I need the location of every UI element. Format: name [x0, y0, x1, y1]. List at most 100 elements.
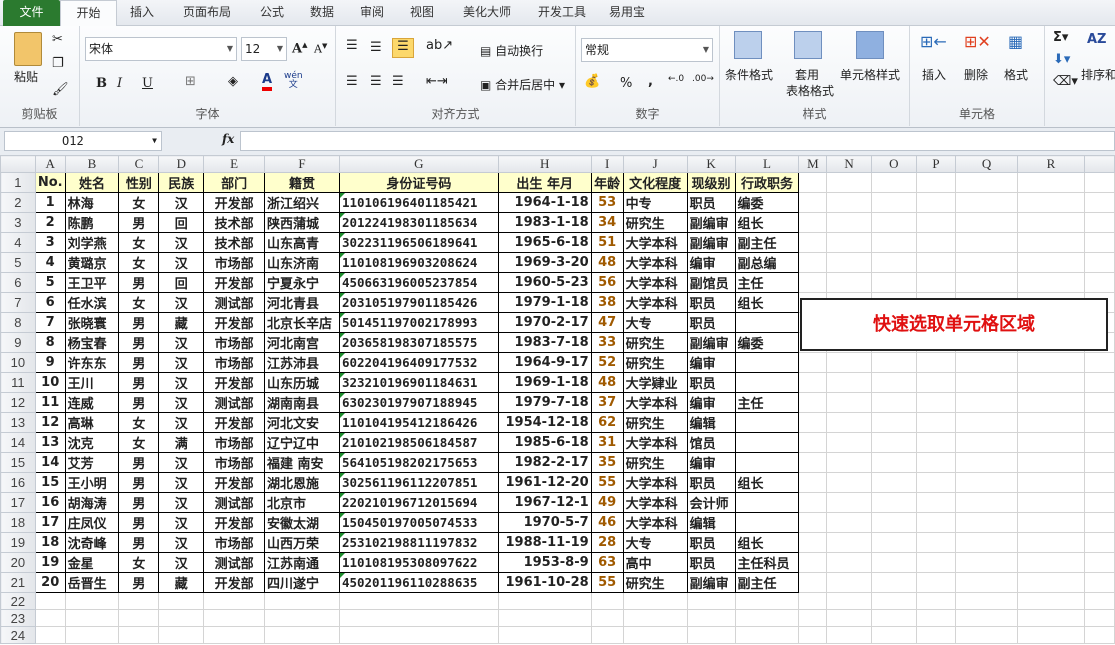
bold-button[interactable]: B	[96, 76, 107, 91]
empty-cell[interactable]	[734, 626, 800, 644]
empty-cell[interactable]	[1016, 212, 1086, 233]
fill-icon[interactable]: ⬇▾	[1053, 52, 1070, 67]
empty-cell[interactable]	[118, 592, 160, 610]
column-header[interactable]: H	[497, 155, 592, 173]
align-top-icon[interactable]: ☰	[346, 38, 358, 53]
tab-10[interactable]: 易用宝	[597, 0, 657, 26]
empty-cell[interactable]	[686, 626, 736, 644]
data-cell[interactable]: 山东济南	[264, 252, 340, 273]
data-cell[interactable]: 测试部	[203, 552, 265, 573]
data-cell[interactable]: 女	[118, 232, 160, 253]
data-cell[interactable]: 岳晋生	[64, 572, 120, 593]
data-cell[interactable]: 浙江绍兴	[264, 192, 340, 213]
empty-cell[interactable]	[1016, 592, 1086, 610]
data-cell[interactable]: 开发部	[203, 572, 265, 593]
select-all-corner[interactable]	[0, 155, 36, 173]
data-cell[interactable]: 大学本科	[622, 252, 688, 273]
data-cell[interactable]: 市场部	[203, 332, 265, 353]
empty-cell[interactable]	[798, 532, 828, 553]
empty-cell[interactable]	[826, 609, 872, 627]
data-cell[interactable]: 市场部	[203, 532, 265, 553]
empty-cell[interactable]	[955, 172, 1018, 193]
row-number[interactable]: 24	[0, 626, 36, 644]
empty-cell[interactable]	[1016, 352, 1086, 373]
empty-cell[interactable]	[915, 472, 957, 493]
data-cell[interactable]	[734, 312, 800, 333]
increase-decimal-icon[interactable]: ←.0	[668, 74, 684, 84]
empty-cell[interactable]	[798, 592, 828, 610]
data-cell[interactable]: 汉	[158, 292, 205, 313]
data-cell[interactable]: 男	[118, 212, 160, 233]
empty-cell[interactable]	[1016, 512, 1086, 533]
data-cell[interactable]: 450663196005237854	[338, 272, 499, 293]
data-cell[interactable]: 副编审	[686, 212, 736, 233]
data-cell[interactable]: 女	[118, 432, 160, 453]
data-cell[interactable]: 编审	[686, 352, 736, 373]
paste-button[interactable]: 粘贴	[14, 68, 38, 85]
data-cell[interactable]: 研究生	[622, 452, 688, 473]
empty-cell[interactable]	[915, 232, 957, 253]
empty-cell[interactable]	[870, 452, 917, 473]
name-box[interactable]: O12 ▼	[4, 131, 162, 151]
data-cell[interactable]: 253102198811197832	[338, 532, 499, 553]
empty-cell[interactable]	[34, 592, 66, 610]
empty-cell[interactable]	[826, 432, 872, 453]
empty-cell[interactable]	[870, 432, 917, 453]
data-cell[interactable]: 501451197002178993	[338, 312, 499, 333]
empty-cell[interactable]	[158, 626, 205, 644]
data-cell[interactable]: 1970-2-17	[497, 312, 592, 333]
empty-cell[interactable]	[955, 472, 1018, 493]
empty-cell[interactable]	[915, 272, 957, 293]
data-cell[interactable]: 2	[34, 212, 66, 233]
data-cell[interactable]: 汉	[158, 472, 205, 493]
insert-function-icon[interactable]: fx	[222, 132, 234, 146]
data-cell[interactable]: 测试部	[203, 392, 265, 413]
data-cell[interactable]: 副编审	[686, 332, 736, 353]
data-cell[interactable]: 汉	[158, 332, 205, 353]
data-cell[interactable]: 市场部	[203, 352, 265, 373]
row-number[interactable]: 10	[0, 352, 36, 373]
data-cell[interactable]: 11	[34, 392, 66, 413]
data-cell[interactable]: 201224198301185634	[338, 212, 499, 233]
empty-cell[interactable]	[798, 552, 828, 573]
data-cell[interactable]: 组长	[734, 292, 800, 313]
empty-cell[interactable]	[497, 609, 592, 627]
empty-cell[interactable]	[870, 472, 917, 493]
data-cell[interactable]: 大学本科	[622, 432, 688, 453]
data-cell[interactable]: 大专	[622, 312, 688, 333]
empty-cell[interactable]	[734, 592, 800, 610]
data-cell[interactable]: 564105198202175653	[338, 452, 499, 473]
row-number[interactable]: 9	[0, 332, 36, 353]
column-header[interactable]: B	[64, 155, 120, 173]
data-cell[interactable]: 1969-3-20	[497, 252, 592, 273]
data-cell[interactable]: 女	[118, 412, 160, 433]
data-cell[interactable]: 1967-12-1	[497, 492, 592, 513]
empty-cell[interactable]	[264, 626, 340, 644]
data-cell[interactable]: 研究生	[622, 332, 688, 353]
phonetic-button[interactable]: wén 文	[284, 72, 303, 90]
empty-cell[interactable]	[338, 592, 499, 610]
insert-cells-icon[interactable]: ⊞←	[920, 32, 947, 51]
data-cell[interactable]: 203658198307185575	[338, 332, 499, 353]
data-cell[interactable]: 开发部	[203, 412, 265, 433]
empty-cell[interactable]	[870, 626, 917, 644]
empty-cell[interactable]	[955, 626, 1018, 644]
data-cell[interactable]: 开发部	[203, 272, 265, 293]
empty-cell[interactable]	[1084, 492, 1115, 513]
font-size-select[interactable]: 12 ▼	[241, 37, 287, 61]
empty-cell[interactable]	[955, 432, 1018, 453]
data-cell[interactable]	[734, 372, 800, 393]
empty-cell[interactable]	[955, 512, 1018, 533]
empty-cell[interactable]	[826, 512, 872, 533]
empty-cell[interactable]	[870, 412, 917, 433]
empty-cell[interactable]	[590, 592, 624, 610]
empty-cell[interactable]	[955, 272, 1018, 293]
tab-0[interactable]: 文件	[3, 0, 60, 26]
data-cell[interactable]: 302231196506189641	[338, 232, 499, 253]
data-cell[interactable]: 8	[34, 332, 66, 353]
shrink-font-icon[interactable]: A▼	[314, 42, 327, 56]
data-cell[interactable]: 陕西蒲城	[264, 212, 340, 233]
data-cell[interactable]: 110104195412186426	[338, 412, 499, 433]
row-number[interactable]: 7	[0, 292, 36, 313]
data-cell[interactable]: 河北青县	[264, 292, 340, 313]
